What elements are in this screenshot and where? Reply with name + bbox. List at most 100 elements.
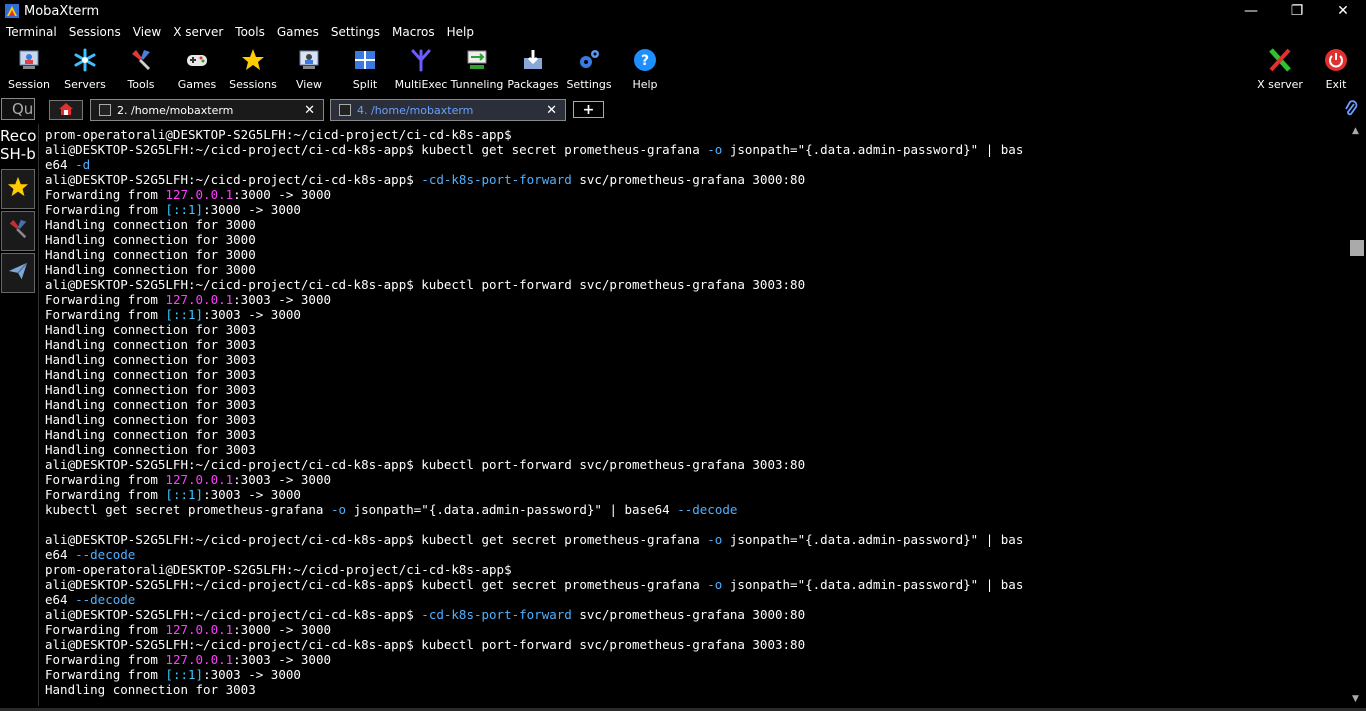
exit-button[interactable]: Exit	[1308, 44, 1364, 94]
terminal-line: Handling connection for 3003	[45, 367, 1023, 382]
menu-macros[interactable]: Macros	[386, 25, 441, 39]
menu-settings[interactable]: Settings	[325, 25, 386, 39]
terminal-text: Handling connection for 3003	[45, 427, 256, 442]
tunneling-button[interactable]: Tunneling	[449, 44, 505, 94]
terminal-text: --decode	[677, 502, 738, 517]
star-icon	[240, 47, 266, 73]
packages-button[interactable]: Packages	[505, 44, 561, 94]
menu-terminal[interactable]: Terminal	[0, 25, 63, 39]
terminal-text: Handling connection for 3003	[45, 322, 256, 337]
home-tab[interactable]	[49, 100, 83, 120]
terminal-text: e64	[45, 157, 76, 172]
terminal-line: Forwarding from [::1]:3003 -> 3000	[45, 487, 1023, 502]
session-button[interactable]: Session	[1, 44, 57, 94]
terminal-line: Handling connection for 3000	[45, 247, 1023, 262]
terminal-text: -cd-k8s-port-forward	[421, 607, 572, 622]
home-icon	[58, 101, 74, 120]
terminal-line: ali@DESKTOP-S2G5LFH:~/cicd-project/ci-cd…	[45, 607, 1023, 622]
terminal-line: Forwarding from 127.0.0.1:3003 -> 3000	[45, 652, 1023, 667]
menu-tools[interactable]: Tools	[229, 25, 271, 39]
menu-sessions[interactable]: Sessions	[63, 25, 127, 39]
close-button[interactable]: ✕	[1320, 0, 1366, 22]
terminal-text: Handling connection for 3003	[45, 442, 256, 457]
tab-row: Qu 2. /home/mobaxterm ✕ 4. /home/mobaxte…	[0, 98, 1366, 122]
sidebar-sessions-button[interactable]	[1, 169, 35, 209]
tab-label: 4. /home/mobaxterm	[357, 103, 474, 117]
multiexec-button[interactable]: MultiExec	[393, 44, 449, 94]
terminal-text: :3003 -> 3000	[203, 307, 301, 322]
scrollbar-thumb[interactable]	[1350, 240, 1364, 256]
servers-button[interactable]: Servers	[57, 44, 113, 94]
tab-home-mobaxterm-4[interactable]: 4. /home/mobaxterm ✕	[330, 99, 566, 121]
xserver-button[interactable]: X server	[1252, 44, 1308, 94]
terminal-line: Handling connection for 3003	[45, 352, 1023, 367]
terminal-text: svc/prometheus-grafana 3000:80	[571, 607, 806, 622]
settings-button[interactable]: Settings	[561, 44, 617, 94]
sidebar-text-reco: Reco	[0, 127, 36, 145]
terminal-text: -o	[707, 142, 723, 157]
terminal-text: Forwarding from	[45, 652, 166, 667]
restore-button[interactable]: ❐	[1274, 0, 1320, 22]
sidebar-text-sh: SH-b	[0, 145, 36, 163]
terminal-text: Handling connection for 3000	[45, 217, 256, 232]
terminal-scrollbar[interactable]: ▲ ▼	[1348, 124, 1366, 706]
terminal-text: Forwarding from	[45, 472, 166, 487]
quick-connect-input[interactable]: Qu	[1, 98, 35, 120]
terminal-line: Forwarding from [::1]:3003 -> 3000	[45, 307, 1023, 322]
multiexec-fork-icon	[408, 47, 434, 73]
tab-label: 2. /home/mobaxterm	[117, 103, 234, 117]
terminal-line: Forwarding from [::1]:3000 -> 3000	[45, 202, 1023, 217]
tools-button[interactable]: Tools	[113, 44, 169, 94]
terminal-line: Handling connection for 3003	[45, 682, 1023, 697]
new-tab-button[interactable]: +	[573, 101, 604, 118]
terminal-line: Forwarding from 127.0.0.1:3003 -> 3000	[45, 292, 1023, 307]
terminal-text: Handling connection for 3003	[45, 352, 256, 367]
terminal-text: :3003 -> 3000	[203, 487, 301, 502]
view-button[interactable]: View	[281, 44, 337, 94]
paperclip-icon[interactable]	[1344, 100, 1358, 122]
terminal-text: jsonpath="{.data.admin-password}" | base…	[346, 502, 678, 517]
gears-icon	[576, 47, 602, 73]
terminal-text: -o	[330, 502, 347, 517]
terminal-text: ali@DESKTOP-S2G5LFH:~/cicd-project/ci-cd…	[45, 172, 422, 187]
sessions-button[interactable]: Sessions	[225, 44, 281, 94]
tab-home-mobaxterm-2[interactable]: 2. /home/mobaxterm ✕	[90, 99, 324, 121]
scroll-up-arrow-icon[interactable]: ▲	[1352, 126, 1359, 136]
terminal-line: ali@DESKTOP-S2G5LFH:~/cicd-project/ci-cd…	[45, 532, 1023, 547]
terminal-line: ali@DESKTOP-S2G5LFH:~/cicd-project/ci-cd…	[45, 457, 1023, 472]
terminal-text: Forwarding from	[45, 187, 166, 202]
sidebar-sftp-button[interactable]	[1, 253, 35, 293]
terminal-text: Handling connection for 3003	[45, 367, 256, 382]
tab-close-button[interactable]: ✕	[304, 103, 315, 118]
toolbar: Session Servers Tools Games Sessions Vie…	[0, 42, 1366, 96]
terminal-line: ali@DESKTOP-S2G5LFH:~/cicd-project/ci-cd…	[45, 637, 1023, 652]
menu-help[interactable]: Help	[441, 25, 480, 39]
minimize-button[interactable]: —	[1228, 0, 1274, 22]
menu-games[interactable]: Games	[271, 25, 325, 39]
terminal-line: Handling connection for 3003	[45, 382, 1023, 397]
sidebar-tools-button[interactable]	[1, 211, 35, 251]
terminal-text: -cd-k8s-port-forward	[421, 172, 572, 187]
terminal-text: Forwarding from	[45, 292, 166, 307]
terminal-line: Handling connection for 3000	[45, 262, 1023, 277]
scroll-down-arrow-icon[interactable]: ▼	[1352, 694, 1359, 704]
terminal-text: Handling connection for 3000	[45, 247, 256, 262]
menu-view[interactable]: View	[127, 25, 167, 39]
svg-text:?: ?	[641, 53, 649, 69]
terminal-line: prom-operatorali@DESKTOP-S2G5LFH:~/cicd-…	[45, 127, 1023, 142]
split-button[interactable]: Split	[337, 44, 393, 94]
terminal-text: Handling connection for 3003	[45, 382, 256, 397]
split-grid-icon	[352, 47, 378, 73]
terminal-text: [::1]	[165, 202, 204, 217]
menu-xserver[interactable]: X server	[167, 25, 229, 39]
terminal-text: Handling connection for 3003	[45, 682, 256, 697]
games-button[interactable]: Games	[169, 44, 225, 94]
terminal-line: Forwarding from [::1]:3003 -> 3000	[45, 667, 1023, 682]
tab-close-button[interactable]: ✕	[546, 103, 557, 118]
terminal-output[interactable]: prom-operatorali@DESKTOP-S2G5LFH:~/cicd-…	[38, 124, 1348, 706]
terminal-line: e64 --decode	[45, 592, 1023, 607]
help-button[interactable]: ? Help	[617, 44, 673, 94]
terminal-text: :3000 -> 3000	[233, 622, 331, 637]
terminal-text: ali@DESKTOP-S2G5LFH:~/cicd-project/ci-cd…	[45, 607, 422, 622]
